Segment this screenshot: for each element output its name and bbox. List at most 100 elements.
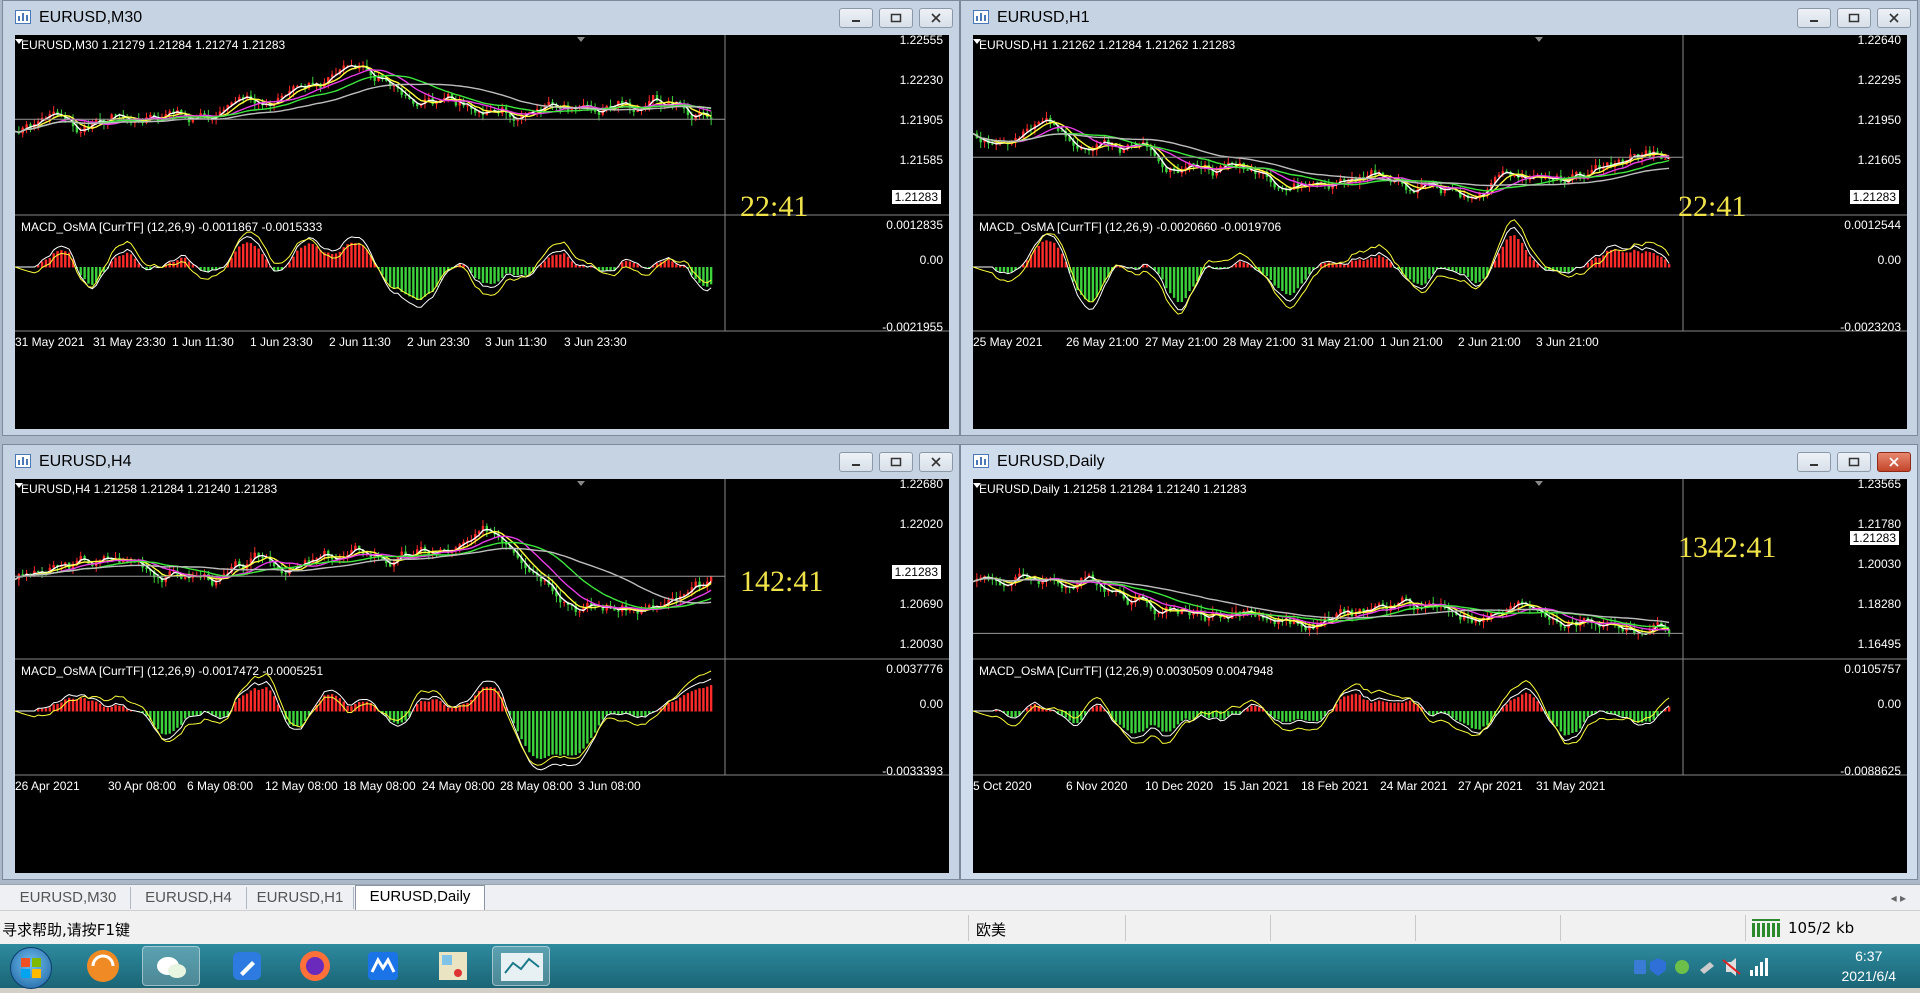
candle-body [1060, 130, 1064, 132]
macd-histogram-bar [1478, 267, 1481, 283]
taskbar-app[interactable] [74, 946, 132, 986]
system-clock[interactable]: 6:37 2021/6/4 [1842, 946, 1897, 986]
date-tick: 12 May 08:00 [265, 779, 338, 793]
chart-area[interactable]: EURUSD,H4 1.21258 1.21284 1.21240 1.2128… [15, 477, 949, 873]
macd-histogram-bar [1412, 703, 1416, 712]
traffic-counter: 105/2 kb [1788, 919, 1855, 937]
macd-histogram-bar [241, 695, 245, 712]
macd-histogram-bar [450, 707, 454, 712]
macd-histogram-bar [578, 711, 581, 754]
date-tick: 18 Feb 2021 [1301, 779, 1369, 793]
tab-eurusd-h1[interactable]: EURUSD,H1 [247, 887, 354, 909]
macd-histogram-bar [1536, 701, 1539, 712]
maximize-button[interactable] [1837, 452, 1871, 472]
tab-eurusd-m30[interactable]: EURUSD,M30 [6, 887, 131, 909]
macd-histogram-bar [671, 261, 674, 268]
macd-histogram-bar [1319, 711, 1323, 720]
macd-histogram-bar [319, 250, 322, 268]
taskbar-app[interactable] [218, 946, 276, 986]
tab-eurusd-daily[interactable]: EURUSD,Daily [355, 885, 485, 910]
macd-histogram-bar [551, 255, 554, 268]
macd-histogram-bar [1578, 711, 1582, 729]
bar-countdown: 1342:41 [1678, 531, 1777, 564]
chart-window-h1[interactable]: EURUSD,H1 EURUSD,H1 1.21262 1.21284 1.21… [960, 0, 1918, 436]
taskbar-app[interactable] [354, 946, 412, 986]
minimize-button[interactable] [839, 452, 873, 472]
chart-window-m30[interactable]: EURUSD,M30 EURUSD,M30 1.21279 1.21284 1.… [2, 0, 960, 436]
tab-eurusd-h4[interactable]: EURUSD,H4 [131, 887, 247, 909]
close-button[interactable] [1877, 8, 1911, 28]
close-button[interactable] [919, 452, 953, 472]
chart-window-daily[interactable]: EURUSD,Daily EURUSD,Daily 1.21258 1.2128… [960, 444, 1918, 880]
macd-histogram-bar [1153, 711, 1156, 726]
minimize-button[interactable] [1797, 8, 1831, 28]
macd-histogram-bar [520, 267, 523, 275]
macd-histogram-bar [551, 711, 554, 755]
macd-tick: -0.0088625 [1840, 764, 1901, 778]
current-price-label: 1.21283 [1849, 190, 1899, 204]
maximize-button[interactable] [879, 8, 913, 28]
status-divider [1125, 915, 1126, 941]
window-titlebar[interactable]: EURUSD,H4 [3, 445, 959, 479]
price-tick: 1.21585 [899, 153, 943, 167]
maximize-button[interactable] [879, 452, 913, 472]
macd-histogram-bar [636, 711, 639, 717]
taskbar-app-metatrader[interactable] [492, 946, 550, 986]
macd-histogram-bar [1234, 711, 1238, 715]
chart-area[interactable]: EURUSD,M30 1.21279 1.21284 1.21274 1.212… [15, 33, 949, 429]
window-titlebar[interactable]: EURUSD,M30 [3, 1, 959, 35]
macd-histogram-bar [87, 700, 90, 712]
macd-histogram-bar [191, 711, 195, 716]
minimize-button[interactable] [1797, 452, 1831, 472]
price-tick: 1.22295 [1857, 73, 1901, 87]
macd-histogram-bar [1288, 711, 1292, 722]
macd-histogram-bar [257, 689, 260, 712]
close-button[interactable] [1877, 452, 1911, 472]
taskbar-app-firefox[interactable] [286, 946, 344, 986]
window-titlebar[interactable]: EURUSD,H1 [961, 1, 1917, 35]
macd-histogram-bar [245, 693, 249, 712]
macd-histogram-bar [706, 267, 709, 287]
minimize-button[interactable] [839, 8, 873, 28]
macd-histogram-bar [1470, 267, 1474, 281]
macd-histogram-bar [408, 267, 411, 297]
macd-histogram-bar [570, 261, 574, 268]
price-tick: 1.23565 [1857, 477, 1901, 491]
taskbar-app[interactable] [424, 946, 482, 986]
maximize-button[interactable] [1837, 8, 1871, 28]
start-button[interactable] [10, 947, 52, 989]
macd-histogram-bar [1339, 263, 1342, 268]
price-tick: 1.20030 [899, 637, 943, 651]
chart-window-h4[interactable]: EURUSD,H4 EURUSD,H4 1.21258 1.21284 1.21… [2, 444, 960, 880]
macd-histogram-bar [562, 253, 566, 268]
tab-scroll-arrows-icon[interactable]: ◂ ▸ [1891, 891, 1906, 905]
macd-histogram-bar [1466, 711, 1470, 726]
window-titlebar[interactable]: EURUSD,Daily [961, 445, 1917, 479]
macd-histogram-bar [1033, 249, 1037, 268]
taskbar-app-wechat[interactable] [142, 946, 200, 986]
close-button[interactable] [919, 8, 953, 28]
price-tick: 1.21905 [899, 113, 943, 127]
candle-body [1246, 169, 1249, 171]
moving-average-line [15, 528, 712, 612]
macd-histogram-bar [1343, 264, 1346, 268]
macd-histogram-bar [566, 256, 570, 268]
chart-area[interactable]: EURUSD,H1 1.21262 1.21284 1.21262 1.2128… [973, 33, 1907, 429]
candle-body [1575, 172, 1578, 175]
macd-histogram-bar [1230, 711, 1234, 715]
chart-window-icon [15, 454, 31, 468]
macd-histogram-bar [1455, 711, 1458, 721]
candle-body [1656, 151, 1659, 153]
macd-histogram-bar [276, 267, 280, 271]
macd-histogram-bar [67, 697, 71, 712]
macd-histogram-bar [1273, 711, 1276, 719]
macd-histogram-bar [1176, 267, 1180, 302]
macd-histogram-bar [1312, 711, 1315, 721]
status-bar: 寻求帮助,请按F1键 欧美 105/2 kb [0, 910, 1920, 945]
chart-area[interactable]: EURUSD,Daily 1.21258 1.21284 1.21240 1.2… [973, 477, 1907, 873]
macd-histogram-bar [1462, 267, 1466, 274]
macd-histogram-bar [1505, 239, 1508, 268]
symbol-info: EURUSD,Daily 1.21258 1.21284 1.21240 1.2… [979, 482, 1247, 496]
date-tick: 3 Jun 08:00 [578, 779, 641, 793]
candle-body [404, 94, 407, 96]
